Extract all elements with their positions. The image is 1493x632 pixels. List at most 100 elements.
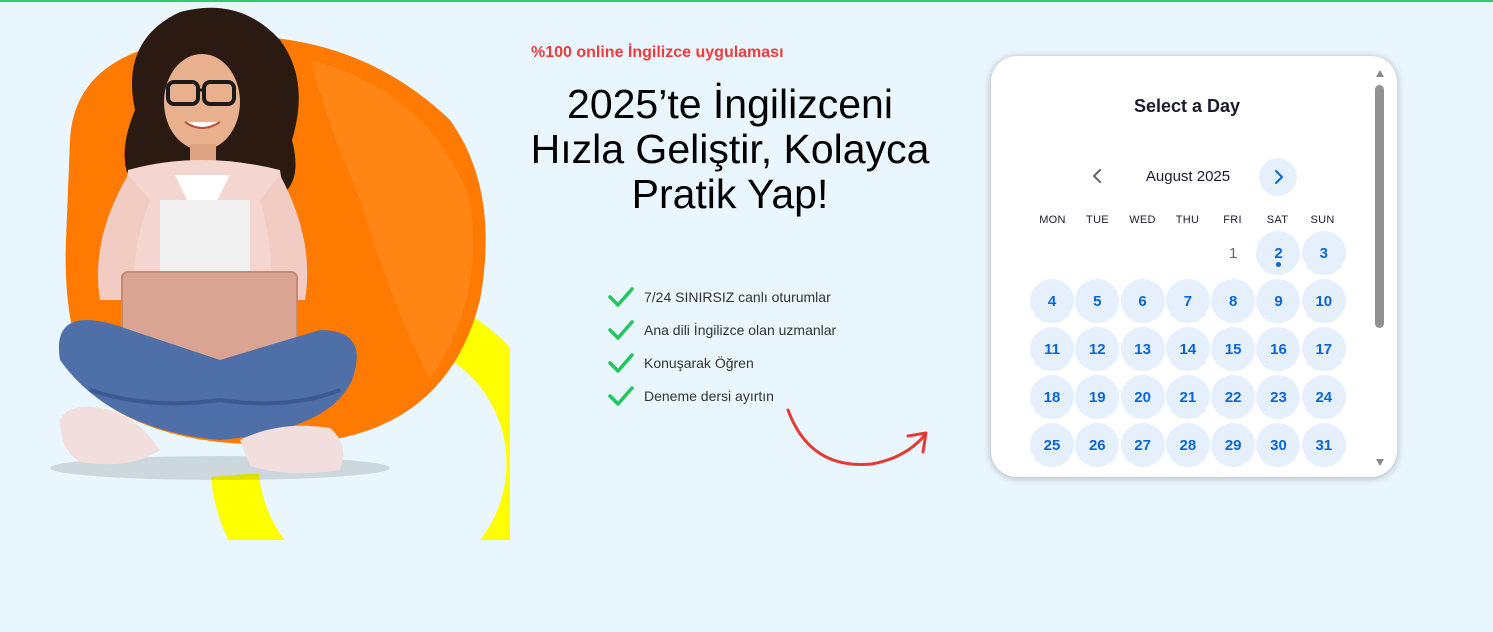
feature-item: 7/24 SINIRSIZ canlı oturumlar [608, 280, 836, 313]
day-cell[interactable]: 10 [1301, 279, 1346, 323]
empty-day-cell [1030, 231, 1074, 275]
day-number: 12 [1088, 340, 1106, 358]
day-cell-today[interactable]: 2 [1256, 231, 1301, 275]
day-cell[interactable]: 19 [1075, 375, 1120, 419]
chevron-left-icon [1093, 169, 1101, 183]
weekday-label: TUE [1086, 214, 1109, 226]
feature-list: 7/24 SINIRSIZ canlı oturumlar Ana dili İ… [608, 280, 836, 412]
day-number: 15 [1224, 340, 1242, 358]
check-icon [608, 352, 634, 373]
calendar-title: Select a Day [1133, 96, 1241, 116]
previous-month-button[interactable] [1079, 157, 1117, 195]
day-number: 16 [1270, 340, 1287, 358]
check-icon [608, 385, 634, 406]
scroll-down-arrow-icon[interactable] [1376, 459, 1384, 466]
current-month-label: August 2025 [1145, 168, 1231, 185]
day-cell[interactable]: 27 [1120, 423, 1165, 467]
day-cell[interactable]: 11 [1030, 327, 1074, 371]
day-cell[interactable]: 4 [1030, 279, 1074, 323]
day-cell[interactable]: 23 [1256, 375, 1301, 419]
day-number: 31 [1315, 436, 1333, 454]
empty-day-cell [1075, 231, 1119, 275]
feature-item: Ana dili İngilizce olan uzmanlar [608, 313, 836, 346]
day-number: 28 [1179, 436, 1197, 454]
day-cell[interactable]: 31 [1301, 423, 1346, 467]
calendar-widget: Select a Day August 2025 MON TUE WED THU… [991, 56, 1397, 477]
weekday-label: FRI [1223, 214, 1242, 226]
day-cell[interactable]: 28 [1165, 423, 1210, 467]
day-cell[interactable]: 5 [1075, 279, 1120, 323]
day-number: 6 [1138, 292, 1147, 310]
weekday-label: WED [1129, 214, 1156, 226]
headline: 2025’te İngilizceni Hızla Geliştir, Kola… [530, 81, 930, 217]
hero-illustration [30, 0, 510, 540]
day-number: 7 [1183, 292, 1193, 310]
weekday-label: MON [1039, 214, 1066, 226]
chevron-right-icon [1275, 170, 1283, 184]
weekday-header: MON TUE WED THU FRI SAT SUN [1030, 214, 1345, 226]
day-cell[interactable]: 15 [1211, 327, 1256, 371]
empty-day-cell [1166, 231, 1210, 275]
student-with-laptop-image [50, 7, 510, 540]
day-cell[interactable]: 12 [1075, 327, 1120, 371]
feature-label: Konuşarak Öğren [644, 354, 754, 371]
check-icon [608, 319, 634, 340]
day-cell[interactable]: 30 [1256, 423, 1301, 467]
day-number: 30 [1270, 436, 1287, 454]
weekday-label: SUN [1310, 214, 1335, 226]
day-cell[interactable]: 16 [1256, 327, 1301, 371]
day-cell[interactable]: 8 [1211, 279, 1256, 323]
day-number: 17 [1315, 340, 1333, 358]
check-icon [608, 286, 634, 307]
feature-label: Ana dili İngilizce olan uzmanlar [644, 321, 837, 338]
day-number: 4 [1047, 292, 1057, 310]
day-number: 22 [1224, 388, 1242, 406]
day-number: 9 [1274, 292, 1283, 310]
weekday-label: SAT [1266, 214, 1289, 226]
tagline: %100 online İngilizce uygulaması [531, 44, 784, 61]
day-number: 27 [1134, 436, 1151, 454]
day-cell[interactable]: 14 [1165, 327, 1210, 371]
day-number: 5 [1093, 292, 1102, 310]
curved-arrow-icon [786, 408, 928, 467]
day-cell[interactable]: 13 [1120, 327, 1165, 371]
day-cell[interactable]: 7 [1165, 279, 1210, 323]
day-cell[interactable]: 26 [1075, 423, 1120, 467]
feature-item: Konuşarak Öğren [608, 346, 836, 379]
day-number: 14 [1179, 340, 1197, 358]
day-cell[interactable]: 24 [1301, 375, 1346, 419]
scrollbar-thumb[interactable] [1375, 85, 1384, 328]
day-cell[interactable]: 21 [1165, 375, 1210, 419]
day-number: 24 [1315, 388, 1333, 406]
next-month-button[interactable] [1259, 158, 1297, 196]
calendar-scrollbar[interactable] [1373, 70, 1387, 466]
day-number: 20 [1134, 388, 1151, 406]
day-number: 26 [1088, 436, 1106, 454]
day-number: 11 [1044, 340, 1060, 358]
day-cell[interactable]: 9 [1256, 279, 1301, 323]
day-cell[interactable]: 17 [1301, 327, 1346, 371]
day-cell[interactable]: 25 [1030, 423, 1074, 467]
scroll-up-arrow-icon[interactable] [1376, 70, 1384, 77]
day-cell[interactable]: 3 [1301, 231, 1346, 275]
today-indicator-dot [1276, 262, 1282, 267]
day-cell[interactable]: 29 [1211, 423, 1256, 467]
day-grid: 1 2 3 4 5 6 7 8 9 10 11 12 13 14 15 16 17 18 19 20 21 22 23 24 2… [1030, 231, 1346, 467]
day-cell[interactable]: 18 [1030, 375, 1074, 419]
day-cell[interactable]: 6 [1120, 279, 1165, 323]
feature-label: 7/24 SINIRSIZ canlı oturumlar [644, 288, 831, 305]
day-cell[interactable]: 20 [1120, 375, 1165, 419]
day-number: 10 [1315, 292, 1333, 310]
day-number: 13 [1134, 340, 1151, 358]
day-cell[interactable]: 22 [1211, 375, 1256, 419]
day-number: 18 [1043, 388, 1061, 406]
day-number: 2 [1274, 244, 1283, 262]
empty-day-cell [1121, 231, 1165, 275]
day-number: 8 [1229, 292, 1238, 310]
day-number: 19 [1088, 388, 1106, 406]
day-number: 21 [1179, 388, 1197, 406]
weekday-label: THU [1175, 214, 1200, 226]
day-number: 23 [1270, 388, 1287, 406]
day-number: 1 [1229, 244, 1238, 262]
day-number: 25 [1043, 436, 1061, 454]
